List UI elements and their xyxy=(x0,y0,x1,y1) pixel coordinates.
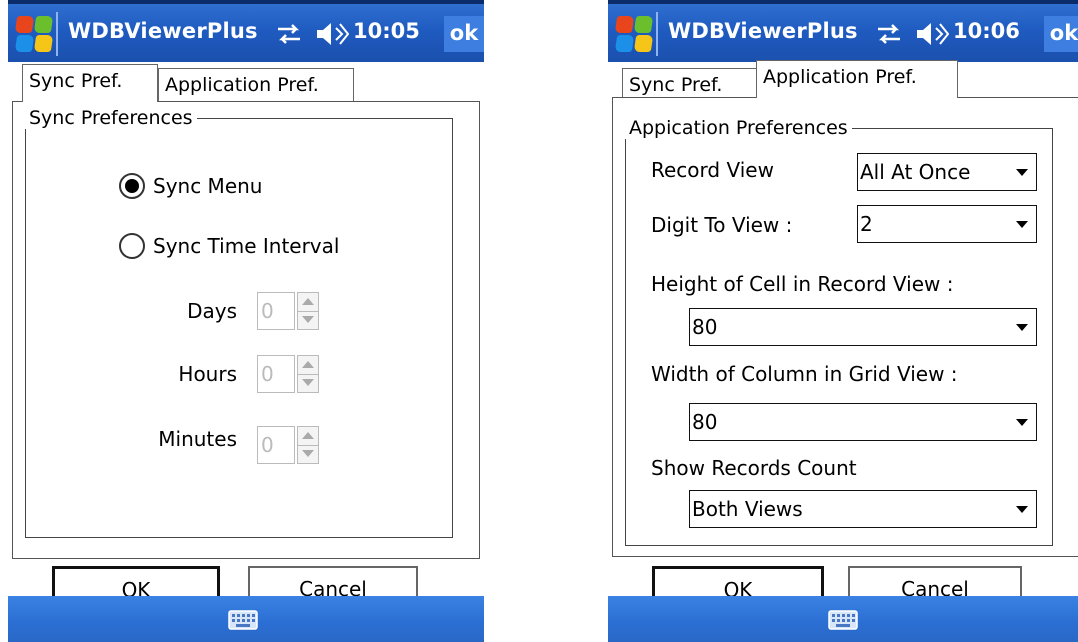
radio-label: Sync Menu xyxy=(153,174,263,198)
spin-up-icon[interactable] xyxy=(298,356,318,375)
spin-down-icon[interactable] xyxy=(298,311,318,329)
spinner-arrows[interactable] xyxy=(297,292,319,330)
connectivity-arrows-icon[interactable] xyxy=(876,21,902,47)
dropdown-value: Both Views xyxy=(692,497,803,521)
speaker-volume-icon[interactable] xyxy=(315,20,349,48)
group-title: Appication Preferences xyxy=(625,117,852,139)
minutes-label: Minutes xyxy=(158,427,237,451)
spinner-value[interactable]: 0 xyxy=(257,426,295,464)
tab-page: Appication Preferences Record View All A… xyxy=(612,97,1078,557)
record-view-label: Record View xyxy=(651,158,774,182)
title-separator xyxy=(656,12,658,56)
chevron-down-icon[interactable] xyxy=(1016,506,1028,513)
spin-down-icon[interactable] xyxy=(298,374,318,392)
days-label: Days xyxy=(187,299,237,323)
days-spinner[interactable]: 0 xyxy=(257,292,329,330)
spinner-value[interactable]: 0 xyxy=(257,292,295,330)
menu-bar xyxy=(8,596,484,642)
dropdown-value: 80 xyxy=(692,410,718,434)
radio-button-unchecked[interactable] xyxy=(119,233,145,259)
app-title: WDBViewerPlus xyxy=(68,19,258,43)
column-width-label: Width of Column in Grid View : xyxy=(651,362,958,386)
title-separator xyxy=(56,12,58,56)
screen-sync-pref: WDBViewerPlus 10:05 ok Sync Pref. Applic… xyxy=(8,0,484,642)
hours-label: Hours xyxy=(178,362,237,386)
radio-sync-time-interval[interactable]: Sync Time Interval xyxy=(119,233,339,259)
spin-up-icon[interactable] xyxy=(298,427,318,446)
digit-to-view-label: Digit To View : xyxy=(651,213,793,237)
cell-height-label: Height of Cell in Record View : xyxy=(651,272,954,296)
dropdown-value: All At Once xyxy=(860,160,971,184)
minutes-spinner[interactable]: 0 xyxy=(257,426,329,464)
show-records-count-label: Show Records Count xyxy=(651,456,857,480)
tab-sync-pref[interactable]: Sync Pref. xyxy=(22,64,158,102)
spin-up-icon[interactable] xyxy=(298,293,318,312)
dropdown-value: 2 xyxy=(860,212,873,236)
chevron-down-icon[interactable] xyxy=(1016,419,1028,426)
keyboard-icon[interactable] xyxy=(828,610,858,630)
title-bar: WDBViewerPlus 10:06 ok xyxy=(608,0,1078,62)
title-bar: WDBViewerPlus 10:05 ok xyxy=(8,0,484,62)
cell-height-dropdown[interactable]: 80 xyxy=(689,308,1037,346)
radio-label: Sync Time Interval xyxy=(153,234,340,258)
tab-application-pref[interactable]: Application Pref. xyxy=(756,60,958,98)
spin-down-icon[interactable] xyxy=(298,445,318,463)
speaker-volume-icon[interactable] xyxy=(915,20,949,48)
show-records-count-dropdown[interactable]: Both Views xyxy=(689,490,1037,528)
record-view-dropdown[interactable]: All At Once xyxy=(857,153,1037,191)
tab-application-pref[interactable]: Application Pref. xyxy=(158,68,354,102)
windows-flag-icon[interactable] xyxy=(14,14,54,54)
chevron-down-icon[interactable] xyxy=(1016,169,1028,176)
radio-button-checked[interactable] xyxy=(119,173,145,199)
keyboard-icon[interactable] xyxy=(228,610,258,630)
menu-bar xyxy=(608,596,1078,642)
windows-flag-icon[interactable] xyxy=(614,14,654,54)
digit-to-view-dropdown[interactable]: 2 xyxy=(857,205,1037,243)
clock[interactable]: 10:06 xyxy=(953,19,1020,43)
group-title: Sync Preferences xyxy=(25,107,197,129)
tab-page: Sync Preferences Sync Menu Sync Time Int… xyxy=(12,101,480,559)
radio-sync-menu[interactable]: Sync Menu xyxy=(119,173,262,199)
app-title: WDBViewerPlus xyxy=(668,19,858,43)
screen-application-pref: WDBViewerPlus 10:06 ok Sync Pref. Applic… xyxy=(608,0,1078,642)
column-width-dropdown[interactable]: 80 xyxy=(689,403,1037,441)
connectivity-arrows-icon[interactable] xyxy=(276,21,302,47)
hours-spinner[interactable]: 0 xyxy=(257,355,329,393)
chevron-down-icon[interactable] xyxy=(1016,324,1028,331)
dropdown-value: 80 xyxy=(692,315,718,339)
chevron-down-icon[interactable] xyxy=(1016,221,1028,228)
spinner-arrows[interactable] xyxy=(297,355,319,393)
spinner-value[interactable]: 0 xyxy=(257,355,295,393)
ok-title-button[interactable]: ok xyxy=(1044,16,1078,52)
spinner-arrows[interactable] xyxy=(297,426,319,464)
clock[interactable]: 10:05 xyxy=(353,19,420,43)
ok-title-button[interactable]: ok xyxy=(444,16,484,52)
